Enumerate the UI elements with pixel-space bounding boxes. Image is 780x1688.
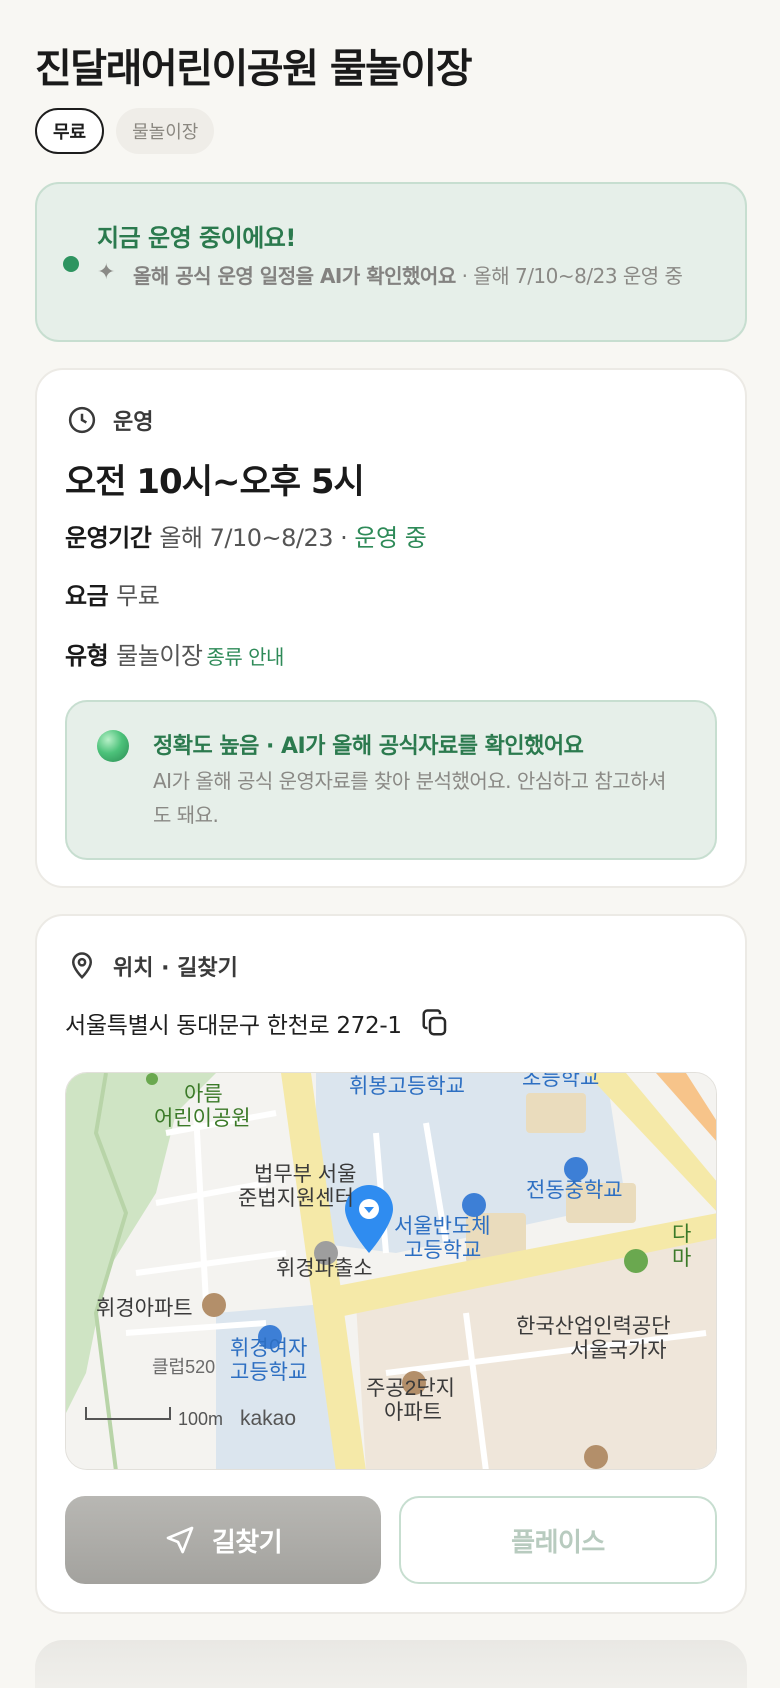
status-desc-strong: 올해 공식 운영 일정을 AI가 확인했어요 [133, 264, 456, 288]
accuracy-title: 정확도 높음 · AI가 올해 공식자료를 확인했어요 [153, 734, 584, 759]
copy-icon[interactable] [420, 1008, 450, 1038]
period-value: 올해 7/10~8/23 · [159, 524, 355, 552]
period-status: 운영 중 [354, 524, 427, 552]
next-card-preview [35, 1640, 747, 1688]
type-value: 물놀이장 [116, 642, 203, 670]
map-label-semi-2: 고등학교 [404, 1239, 481, 1262]
fee-tag: 무료 [35, 108, 105, 154]
accuracy-ball-icon [97, 730, 129, 762]
page-title: 진달래어린이공원 물놀이장 [35, 46, 473, 92]
operating-hours: 오전 10시~오후 5시 [65, 462, 365, 502]
type-label: 유형 [65, 642, 109, 670]
address-text: 서울특별시 동대문구 한천로 272-1 [65, 1013, 402, 1039]
map-label-park-2: 어린이공원 [154, 1107, 251, 1130]
fee-value: 무료 [116, 582, 160, 610]
apartment-icon [202, 1293, 226, 1317]
type-guide-link[interactable]: 종류 안내 [207, 645, 285, 669]
directions-button[interactable]: 길찾기 [65, 1496, 381, 1584]
place-button[interactable]: 플레이스 [399, 1496, 717, 1584]
map-label-right-1: 다 [672, 1223, 691, 1246]
status-description: 올해 공식 운영 일정을 AI가 확인했어요 · 올해 7/10~8/23 운영… [133, 262, 733, 290]
status-desc-rest: · 올해 7/10~8/23 운영 중 [455, 264, 683, 288]
tree-icon [624, 1249, 648, 1273]
school-icon [564, 1157, 588, 1181]
map-label-apartment-2b: 아파트 [384, 1401, 442, 1424]
location-card: 위치 · 길찾기 서울특별시 동대문구 한천로 272-1 아름 어린이공원 휘… [35, 914, 747, 1614]
map-label-apartment-2a: 주공2단지 [366, 1377, 455, 1400]
map-label-semi-1: 서울반도체 [394, 1215, 491, 1238]
navigate-arrow-icon [166, 1526, 194, 1554]
map-label-court-2: 준법지원센터 [238, 1187, 354, 1210]
hours-card: 운영 오전 10시~오후 5시 운영기간 올해 7/10~8/23 · 운영 중 … [35, 368, 747, 888]
accuracy-description: AI가 올해 공식 운영자료를 찾아 분석했어요. 안심하고 참고하셔도 돼요. [153, 769, 666, 827]
map-label-hrd-1: 한국산업인력공단 [516, 1315, 671, 1338]
location-section-label: 위치 · 길찾기 [113, 956, 238, 981]
status-dot-icon [63, 256, 79, 272]
map-label-club: 클럽520 [152, 1357, 215, 1377]
map-label-girls-1: 휘경여자 [230, 1337, 307, 1360]
sparkle-icon: ✦ [97, 260, 116, 285]
school-icon-2 [462, 1193, 486, 1217]
fee-row: 요금 무료 [65, 576, 160, 611]
right-edge-labels: 다 마 [672, 1223, 691, 1270]
map-scale-label: 100m [178, 1409, 223, 1429]
status-title: 지금 운영 중이에요! [97, 224, 296, 252]
clock-icon [68, 406, 96, 434]
map-label-court-1: 법무부 서울 [254, 1163, 356, 1186]
hours-section-label: 운영 [113, 410, 154, 435]
map-label-school-1: 휘봉고등학교 [349, 1075, 465, 1098]
map-label-school-2: 전동중학교 [526, 1179, 623, 1202]
park-marker-icon [146, 1073, 158, 1085]
map-label-girls-2: 고등학교 [230, 1361, 307, 1384]
map-label-park: 아름 [184, 1083, 223, 1106]
location-section-header: 위치 · 길찾기 [67, 950, 238, 982]
location-pin-icon [71, 952, 93, 980]
operating-status-banner: 지금 운영 중이에요! ✦ 올해 공식 운영 일정을 AI가 확인했어요 · 올… [35, 182, 747, 342]
type-tag: 물놀이장 [116, 108, 215, 154]
field-1 [526, 1093, 586, 1133]
map-label-apartment-1: 휘경아파트 [96, 1297, 193, 1320]
hours-section-header: 운영 [67, 404, 153, 436]
map-label-school-top: 초등학교 [522, 1073, 599, 1090]
fee-label: 요금 [65, 582, 109, 610]
accuracy-notice: 정확도 높음 · AI가 올해 공식자료를 확인했어요 AI가 올해 공식 운영… [65, 700, 717, 860]
map-label-hrd-2: 서울국가자 [570, 1339, 667, 1362]
directions-button-label: 길찾기 [211, 1527, 283, 1558]
address-row: 서울특별시 동대문구 한천로 272-1 [65, 1006, 450, 1040]
map-brand-logo: kakao [240, 1407, 296, 1430]
type-row: 유형 물놀이장 종류 안내 [65, 636, 284, 671]
tag-list: 무료 물놀이장 [35, 108, 215, 154]
map-label-police: 휘경파출소 [276, 1257, 373, 1280]
period-row: 운영기간 올해 7/10~8/23 · 운영 중 [65, 518, 427, 553]
map-label-right-2: 마 [672, 1247, 691, 1270]
misc-labels: 클럽520 [152, 1357, 215, 1377]
map-view[interactable]: 아름 어린이공원 휘봉고등학교 초등학교 전동중학교 서울반도체 고등학교 휘경… [65, 1072, 717, 1470]
apartment-icon-3 [584, 1445, 608, 1469]
period-label: 운영기간 [65, 524, 152, 552]
